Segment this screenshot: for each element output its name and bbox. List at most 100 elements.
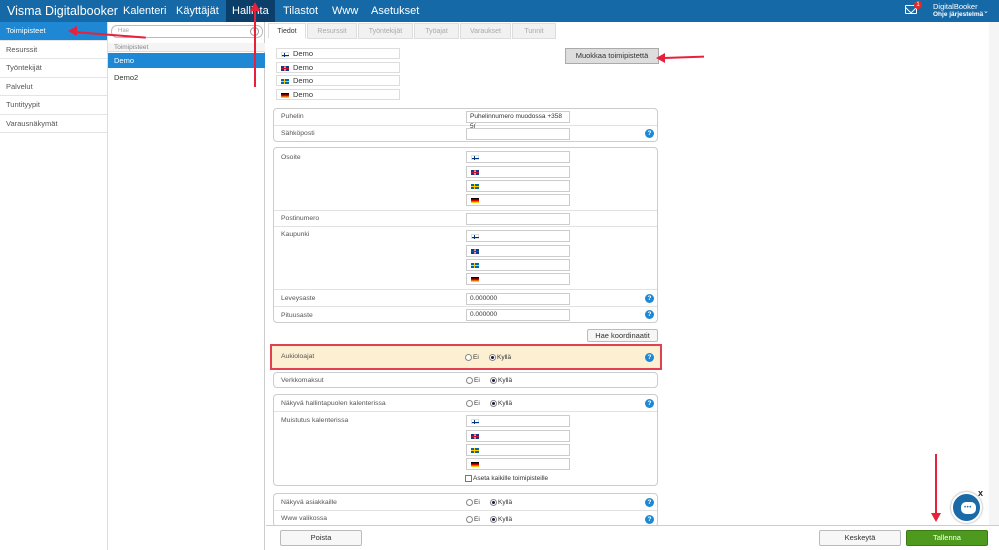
finland-flag-icon [471, 234, 479, 239]
annotation-arrow [663, 55, 705, 59]
postal-code-input[interactable] [466, 213, 570, 225]
annotation-arrow-head [931, 513, 941, 522]
calendar-group: Näkyvä hallintapuolen kalenterissa Ei Ky… [273, 394, 658, 486]
annotation-arrow-head [250, 2, 260, 11]
city-input-en[interactable] [466, 245, 570, 257]
address-input-sv[interactable] [466, 180, 570, 192]
name-field-fi[interactable]: Demo [276, 48, 400, 59]
help-icon[interactable]: ? [645, 353, 654, 362]
footer-bar: Poista Keskeytä Tallenna [266, 525, 999, 550]
admin-calendar-label: Näkyvä hallintapuolen kalenterissa [281, 400, 386, 407]
help-icon[interactable]: ? [645, 129, 654, 138]
name-field-en[interactable]: Demo [276, 62, 400, 73]
delete-button[interactable]: Poista [280, 530, 362, 546]
name-field-de[interactable]: Demo [276, 89, 400, 100]
customer-visible-yes-radio[interactable] [490, 499, 497, 506]
reminder-input-fi[interactable] [466, 415, 570, 427]
no-label: Ei [473, 354, 479, 361]
tab-tyoajat[interactable]: Työajat [414, 23, 459, 39]
get-coordinates-button[interactable]: Hae koordinaatit [587, 329, 658, 342]
nav-asetukset[interactable]: Asetukset [365, 0, 425, 22]
apply-all-checkbox[interactable] [465, 475, 472, 482]
name-field-sv[interactable]: Demo [276, 75, 400, 86]
sidebar-item-varausnakymat[interactable]: Varausnäkymät [0, 115, 107, 133]
longitude-input[interactable]: 0.000000 [466, 309, 570, 321]
tab-resurssit[interactable]: Resurssit [307, 23, 357, 39]
no-label: Ei [474, 516, 480, 523]
address-input-fi[interactable] [466, 151, 570, 163]
customer-visible-no-radio[interactable] [466, 499, 473, 506]
online-payment-no-radio[interactable] [466, 377, 473, 384]
sweden-flag-icon [471, 184, 479, 189]
nav-www[interactable]: Www [326, 0, 364, 22]
online-payment-group: Verkkomaksut Ei Kyllä [273, 372, 658, 388]
phone-label: Puhelin [281, 113, 304, 120]
help-icon[interactable]: ? [645, 399, 654, 408]
mail-count-badge: 1 [914, 1, 922, 9]
uk-flag-icon [471, 249, 479, 254]
nav-kalenteri[interactable]: Kalenteri [117, 0, 172, 22]
phone-input[interactable]: Puhelinnumero muodossa +358 5( [466, 111, 570, 130]
city-label: Kaupunki [281, 231, 310, 238]
chevron-down-icon[interactable]: ⌄ [983, 7, 989, 15]
city-input-sv[interactable] [466, 259, 570, 271]
opening-hours-row: Aukioloajat Ei Kyllä ? [270, 344, 662, 370]
sweden-flag-icon [281, 79, 289, 84]
uk-flag-icon [471, 170, 479, 175]
customer-visible-label: Näkyvä asiakkaille [281, 499, 337, 506]
www-menu-yes-radio[interactable] [490, 516, 497, 523]
annotation-arrow-head [68, 26, 77, 36]
account-name[interactable]: DigitalBooker [933, 2, 978, 11]
tab-varaukset[interactable]: Varaukset [460, 23, 511, 39]
reminder-input-de[interactable] [466, 458, 570, 470]
help-icon[interactable]: ? [645, 515, 654, 524]
opening-hours-yes-radio[interactable] [489, 354, 496, 361]
nav-tilastot[interactable]: Tilastot [277, 0, 324, 22]
sidebar-item-tyontekijat[interactable]: Työntekijät [0, 59, 107, 78]
sidebar-item-resurssit[interactable]: Resurssit [0, 41, 107, 59]
reminder-input-en[interactable] [466, 430, 570, 442]
help-icon[interactable]: ? [645, 310, 654, 319]
admin-calendar-yes-radio[interactable] [490, 400, 497, 407]
opening-hours-label: Aukioloajat [281, 353, 315, 360]
sidebar-item-toimipisteet[interactable]: Toimipisteet [0, 22, 107, 41]
admin-calendar-no-radio[interactable] [466, 400, 473, 407]
scrollbar[interactable] [989, 22, 999, 525]
chat-close-icon[interactable]: x [978, 488, 983, 498]
brand-logo[interactable]: Visma Digitalbooker [7, 4, 118, 18]
city-input-de[interactable] [466, 273, 570, 285]
account-subtitle[interactable]: Ohje järjestelmä [933, 11, 983, 18]
tab-tyontekijat[interactable]: Työntekijät [358, 23, 413, 39]
edit-location-button[interactable]: Muokkaa toimipistettä [565, 48, 659, 64]
yes-label: Kyllä [498, 499, 513, 506]
finland-flag-icon [281, 52, 289, 57]
tab-tunnit[interactable]: Tunnit [512, 23, 556, 39]
help-icon[interactable]: ? [645, 498, 654, 507]
city-input-fi[interactable] [466, 230, 570, 242]
online-payment-yes-radio[interactable] [490, 377, 497, 384]
www-menu-no-radio[interactable] [466, 516, 473, 523]
germany-flag-icon [471, 277, 479, 282]
top-bar: Visma Digitalbooker Kalenteri Käyttäjät … [0, 0, 999, 22]
address-input-de[interactable] [466, 194, 570, 206]
email-input[interactable] [466, 128, 570, 140]
opening-hours-no-radio[interactable] [465, 354, 472, 361]
yes-label: Kyllä [497, 354, 512, 361]
list-item[interactable]: Demo [108, 53, 265, 68]
latitude-label: Leveysaste [281, 295, 316, 302]
germany-flag-icon [471, 462, 479, 467]
visibility-group: Näkyvä asiakkaille Ei Kyllä ? Www valiko… [273, 493, 658, 527]
no-label: Ei [474, 499, 480, 506]
cancel-button[interactable]: Keskeytä [819, 530, 901, 546]
address-input-en[interactable] [466, 166, 570, 178]
save-button[interactable]: Tallenna [906, 530, 988, 546]
sweden-flag-icon [471, 263, 479, 268]
latitude-input[interactable]: 0.000000 [466, 293, 570, 305]
list-item[interactable]: Demo2 [108, 70, 265, 85]
reminder-input-sv[interactable] [466, 444, 570, 456]
nav-kayttajat[interactable]: Käyttäjät [170, 0, 225, 22]
sidebar-item-palvelut[interactable]: Palvelut [0, 78, 107, 96]
sidebar-item-tuntityypit[interactable]: Tuntityypit [0, 96, 107, 115]
help-icon[interactable]: ? [645, 294, 654, 303]
tab-tiedot[interactable]: Tiedot [268, 23, 306, 39]
